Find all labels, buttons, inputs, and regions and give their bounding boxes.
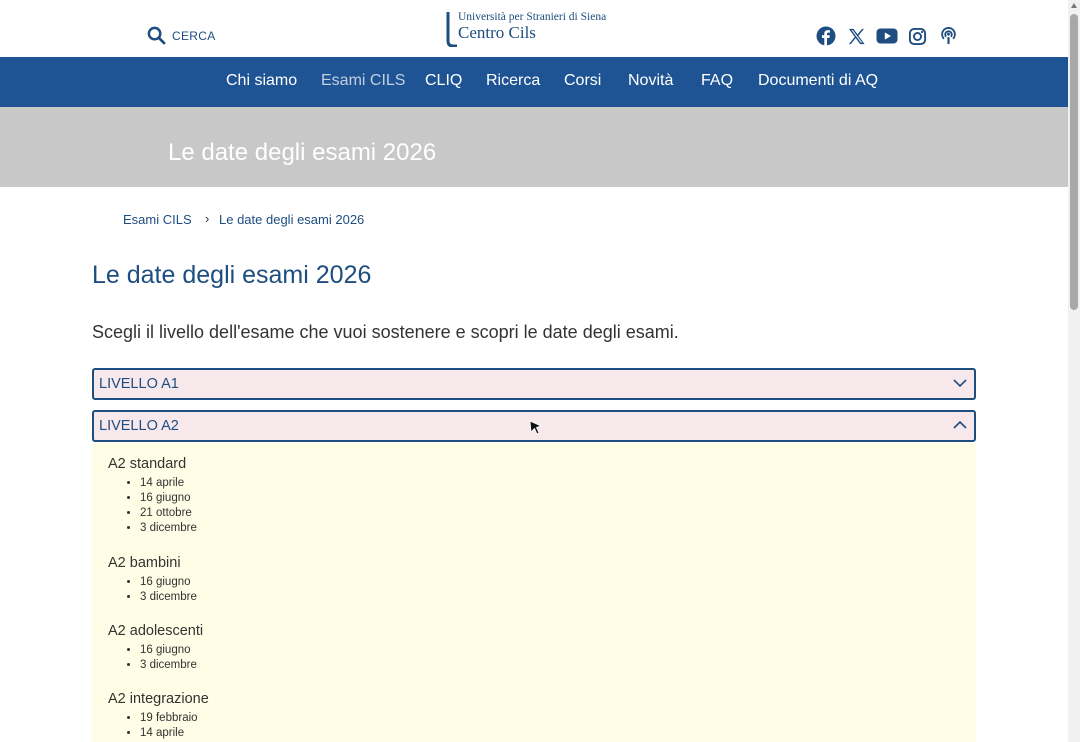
exam-group-title: A2 integrazione [108, 691, 209, 707]
accordion-header-a1[interactable]: LIVELLO A1 [92, 368, 976, 400]
exam-date: 3 dicembre [140, 658, 203, 673]
nav-item-chi-siamo[interactable]: Chi siamo [226, 72, 297, 90]
exam-group-title: A2 standard [108, 456, 187, 472]
logo-name: Centro Cils [458, 23, 536, 42]
hero-banner: Le date degli esami 2026 [0, 107, 1068, 187]
exam-group-a2-integrazione: A2 integrazione 19 febbraio 14 aprile [108, 691, 209, 741]
page-intro: Scegli il livello dell'esame che vuoi so… [92, 322, 679, 342]
exam-group-a2-standard: A2 standard 14 aprile 16 giugno 21 ottob… [108, 456, 197, 536]
site-logo[interactable]: Università per Stranieri di Siena Centro… [442, 11, 642, 47]
chevron-up-icon [953, 420, 967, 429]
exam-date-list: 14 aprile 16 giugno 21 ottobre 3 dicembr… [108, 476, 197, 536]
exam-group-title: A2 adolescenti [108, 623, 204, 639]
exam-date-list: 16 giugno 3 dicembre [108, 643, 203, 673]
exam-group-a2-bambini: A2 bambini 16 giugno 3 dicembre [108, 555, 197, 605]
breadcrumb-separator: › [205, 211, 210, 226]
mouse-cursor-icon [529, 420, 543, 435]
nav-item-cliq[interactable]: CLIQ [425, 72, 462, 90]
exam-date-list: 16 giugno 3 dicembre [108, 575, 197, 605]
page-scrollbar[interactable] [1068, 0, 1080, 742]
nav-item-ricerca[interactable]: Ricerca [486, 72, 540, 90]
nav-item-novita[interactable]: Novità [628, 72, 673, 90]
exam-date-list: 19 febbraio 14 aprile [108, 711, 209, 741]
breadcrumb-item-current: Le date degli esami 2026 [219, 212, 365, 227]
nav-item-esami-cils[interactable]: Esami CILS [321, 72, 405, 90]
logo-university: Università per Stranieri di Siena [458, 11, 607, 23]
chevron-down-icon [953, 379, 967, 388]
breadcrumb: Esami CILS › Le date degli esami 2026 [123, 211, 364, 227]
page-title: Le date degli esami 2026 [92, 261, 372, 289]
exam-group-a2-adolescenti: A2 adolescenti 16 giugno 3 dicembre [108, 623, 203, 673]
exam-date: 19 febbraio [140, 711, 209, 726]
logo-mark [446, 12, 457, 47]
accordion-label-a2: LIVELLO A2 [99, 418, 179, 434]
nav-item-faq[interactable]: FAQ [701, 72, 733, 90]
nav-item-corsi[interactable]: Corsi [564, 72, 601, 90]
exam-group-title: A2 bambini [108, 555, 181, 571]
breadcrumb-item-esami-cils[interactable]: Esami CILS [123, 212, 192, 227]
nav-item-documenti-aq[interactable]: Documenti di AQ [758, 72, 878, 90]
exam-date: 16 giugno [140, 643, 203, 658]
youtube-icon[interactable] [876, 25, 898, 47]
search-label: CERCA [172, 28, 216, 43]
exam-date: 14 aprile [140, 476, 197, 491]
exam-date: 21 ottobre [140, 506, 197, 521]
scroll-up-arrow-icon[interactable] [1071, 3, 1077, 8]
exam-date: 16 giugno [140, 575, 197, 590]
x-icon[interactable] [846, 25, 868, 47]
exam-date: 16 giugno [140, 491, 197, 506]
top-bar: CERCA Università per Stranieri di Siena … [0, 0, 1068, 57]
instagram-icon[interactable] [907, 25, 929, 47]
search-button[interactable]: CERCA [147, 26, 216, 45]
exam-date: 14 aprile [140, 726, 209, 741]
accordion-label-a1: LIVELLO A1 [99, 376, 179, 392]
social-links [815, 25, 968, 47]
hero-title: Le date degli esami 2026 [168, 139, 437, 166]
exam-date: 3 dicembre [140, 590, 197, 605]
exam-date: 3 dicembre [140, 521, 197, 536]
podcast-icon[interactable] [937, 25, 959, 47]
facebook-icon[interactable] [815, 25, 837, 47]
main-nav: Chi siamo Esami CILS CLIQ Ricerca Corsi … [0, 57, 1068, 107]
accordion-panel-a2: A2 standard 14 aprile 16 giugno 21 ottob… [92, 443, 976, 742]
search-icon [147, 26, 166, 45]
scrollbar-thumb[interactable] [1070, 14, 1078, 310]
